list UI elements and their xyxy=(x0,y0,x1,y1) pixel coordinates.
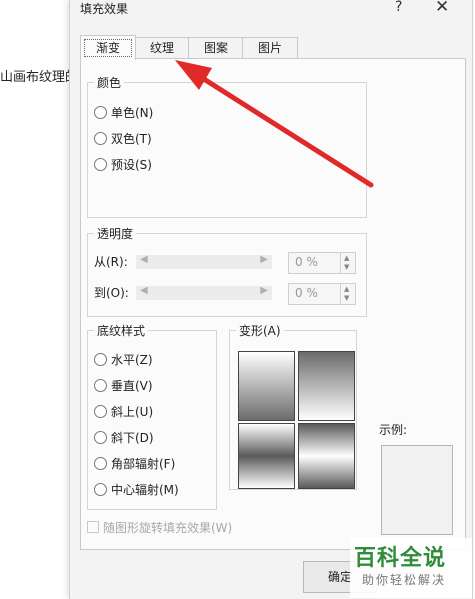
radio-two-colors-label: 双色(T) xyxy=(111,132,152,146)
transparency-from-value: 0 % xyxy=(295,255,318,269)
transparency-to-value: 0 % xyxy=(295,286,318,300)
radio-circle xyxy=(94,457,107,470)
radio-horizontal[interactable]: 水平(Z) xyxy=(94,351,153,369)
spinner-buttons: ▲ ▼ xyxy=(340,253,355,273)
rotate-with-shape-label: 随图形旋转填充效果(W) xyxy=(103,521,233,535)
slider-right-icon: ▶ xyxy=(260,254,268,265)
radio-diagonal-up-label: 斜上(U) xyxy=(111,405,154,419)
tab-pattern[interactable]: 图案 xyxy=(188,37,244,59)
spin-up-icon[interactable]: ▲ xyxy=(344,254,349,262)
radio-from-center-label: 中心辐射(M) xyxy=(111,483,179,497)
radio-circle xyxy=(94,405,107,418)
slider-left-icon: ◀ xyxy=(140,254,148,265)
spin-up-icon[interactable]: ▲ xyxy=(344,285,349,293)
radio-circle xyxy=(94,431,107,444)
radio-diagonal-up[interactable]: 斜上(U) xyxy=(94,403,153,421)
radio-circle xyxy=(94,106,107,119)
radio-diagonal-down[interactable]: 斜下(D) xyxy=(94,429,154,447)
title-bar[interactable]: 填充效果 ? ✕ xyxy=(70,0,472,22)
document-background-text: 山画布纹理的 xyxy=(0,70,79,85)
watermark-title: 百科全说 xyxy=(354,546,447,571)
radio-one-color-label: 单色(N) xyxy=(111,106,154,120)
transparency-to-spinner[interactable]: 0 % ▲ ▼ xyxy=(288,283,356,305)
shading-styles-label: 底纹样式 xyxy=(94,322,149,339)
watermark-subtitle: 助你轻松解决 xyxy=(362,573,447,587)
colors-group-label: 颜色 xyxy=(94,74,125,91)
variant-swatch-2[interactable] xyxy=(298,351,355,421)
radio-vertical-label: 垂直(V) xyxy=(111,379,153,393)
radio-circle xyxy=(94,132,107,145)
spin-down-icon[interactable]: ▼ xyxy=(344,263,349,271)
help-button[interactable]: ? xyxy=(395,0,402,15)
variants-group: 变形(A) xyxy=(229,322,357,490)
variant-swatch-4[interactable] xyxy=(298,423,355,489)
transparency-to-label: 到(O): xyxy=(94,286,129,300)
radio-circle xyxy=(94,353,107,366)
variants-label: 变形(A) xyxy=(236,322,284,339)
radio-circle xyxy=(94,158,107,171)
fill-effects-dialog: 填充效果 ? ✕ 渐变 纹理 图案 图片 颜色 单色(N) 双色(T) 预设(S… xyxy=(69,0,473,599)
spin-down-icon[interactable]: ▼ xyxy=(344,294,349,302)
radio-from-center[interactable]: 中心辐射(M) xyxy=(94,481,179,499)
radio-from-corner-label: 角部辐射(F) xyxy=(111,457,176,471)
spinner-buttons: ▲ ▼ xyxy=(340,284,355,304)
tab-gradient-label: 渐变 xyxy=(84,39,132,57)
watermark: 百科全说 助你轻松解决 xyxy=(350,538,472,598)
variant-swatch-3[interactable] xyxy=(238,423,295,489)
radio-vertical[interactable]: 垂直(V) xyxy=(94,377,153,395)
preview-label: 示例: xyxy=(379,423,408,437)
radio-circle xyxy=(94,379,107,392)
radio-preset-label: 预设(S) xyxy=(111,158,152,172)
radio-two-colors[interactable]: 双色(T) xyxy=(94,130,152,148)
rotate-with-shape-checkbox[interactable]: 随图形旋转填充效果(W) xyxy=(87,519,232,536)
colors-group: 颜色 单色(N) 双色(T) 预设(S) xyxy=(87,74,367,218)
radio-horizontal-label: 水平(Z) xyxy=(111,353,153,367)
radio-circle xyxy=(94,483,107,496)
transparency-group: 透明度 从(R): ◀ ▶ 0 % ▲ ▼ 到(O): ◀ ▶ 0 % ▲ ▼ xyxy=(87,225,367,317)
transparency-to-slider[interactable]: ◀ ▶ xyxy=(136,285,272,300)
tab-texture[interactable]: 纹理 xyxy=(134,37,190,59)
dialog-title: 填充效果 xyxy=(80,2,129,16)
transparency-from-spinner[interactable]: 0 % ▲ ▼ xyxy=(288,252,356,274)
radio-one-color[interactable]: 单色(N) xyxy=(94,104,153,122)
tab-picture[interactable]: 图片 xyxy=(242,37,298,59)
variant-swatch-1[interactable] xyxy=(238,351,295,421)
transparency-group-label: 透明度 xyxy=(94,225,137,242)
tab-gradient[interactable]: 渐变 xyxy=(80,35,136,60)
checkbox-box xyxy=(87,521,99,533)
preview-sample xyxy=(381,445,453,535)
transparency-from-label: 从(R): xyxy=(94,255,128,269)
slider-left-icon: ◀ xyxy=(140,285,148,296)
close-icon[interactable]: ✕ xyxy=(435,0,449,17)
radio-diagonal-down-label: 斜下(D) xyxy=(111,431,154,445)
gradient-tab-pane: 颜色 单色(N) 双色(T) 预设(S) 透明度 从(R): ◀ ▶ 0 % ▲ xyxy=(80,58,466,550)
slider-right-icon: ▶ xyxy=(260,285,268,296)
radio-from-corner[interactable]: 角部辐射(F) xyxy=(94,455,175,473)
transparency-from-slider[interactable]: ◀ ▶ xyxy=(136,254,272,269)
radio-preset[interactable]: 预设(S) xyxy=(94,156,152,174)
shading-styles-group: 底纹样式 水平(Z) 垂直(V) 斜上(U) 斜下(D) 角部辐射(F) 中心辐… xyxy=(87,322,217,510)
